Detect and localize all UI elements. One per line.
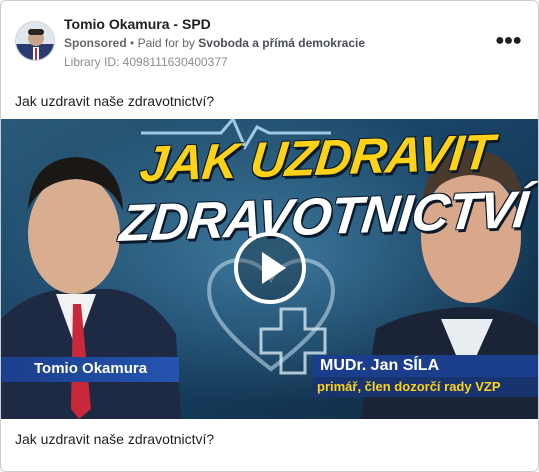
more-options-button[interactable]: ●●●: [495, 31, 522, 51]
separator-dot: •: [130, 36, 135, 50]
sponsor-line: Sponsored • Paid for by Svoboda a přímá …: [64, 36, 365, 50]
play-icon: [262, 252, 286, 284]
paid-for-prefix: Paid for by: [137, 36, 195, 50]
more-dots-icon: ●●●: [495, 32, 522, 49]
advertiser-avatar[interactable]: [15, 21, 55, 61]
sponsored-label: Sponsored: [64, 36, 127, 50]
ad-body-text: Jak uzdravit naše zdravotnictví?: [15, 93, 215, 109]
video-caption: Jak uzdravit naše zdravotnictví?: [15, 431, 215, 447]
advertiser-name[interactable]: Tomio Okamura - SPD: [64, 16, 211, 32]
ad-card: Tomio Okamura - SPD Sponsored • Paid for…: [0, 0, 539, 472]
payer-name[interactable]: Svoboda a přímá demokracie: [198, 36, 365, 50]
library-id: Library ID: 4098111630400377: [64, 55, 228, 69]
right-person-name: MUDr. Jan SÍLA: [313, 355, 538, 377]
play-button[interactable]: [234, 232, 306, 304]
left-person-name: Tomio Okamura: [1, 357, 179, 382]
video-thumbnail[interactable]: JAK UZDRAVIT ZDRAVOTNICTVÍ Tomio Okamura…: [1, 119, 538, 419]
right-person-role: primář, člen dozorčí rady VZP: [313, 377, 538, 397]
